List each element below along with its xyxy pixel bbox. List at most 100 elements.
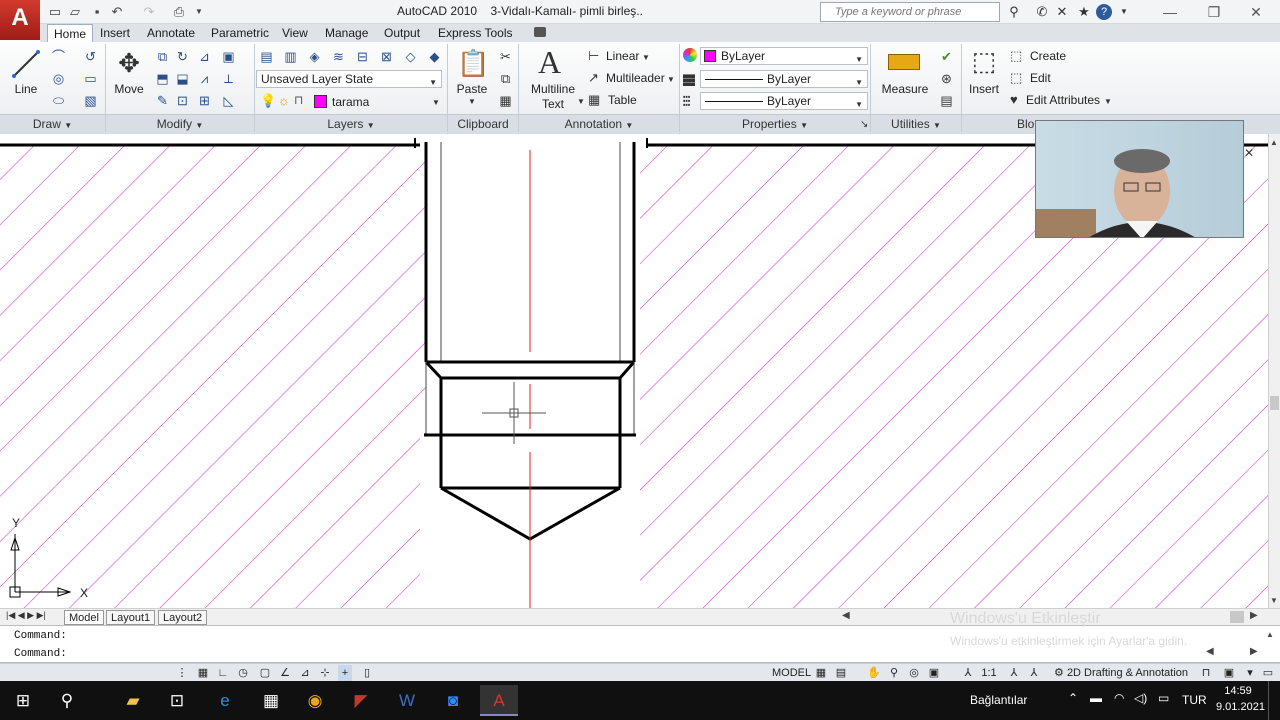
layer-dropdown[interactable]: 💡 ☼ ⊓ tarama ▼ — [256, 92, 442, 112]
edit-block-button[interactable]: ⬚ Edit — [1010, 70, 1110, 88]
color-dropdown[interactable]: ByLayer ▼ — [700, 47, 868, 65]
restore-button[interactable]: ❐ — [1194, 2, 1234, 22]
tab-layout1[interactable]: Layout1 — [106, 610, 156, 625]
status-menu-icon[interactable]: ▾ — [1244, 665, 1256, 681]
quick-select-icon[interactable]: ✔ — [938, 48, 955, 65]
multileader-button[interactable]: ↗ Multileader ▼ — [588, 70, 678, 88]
toolbar-lock-icon[interactable]: ⊓ — [1198, 665, 1214, 681]
horizontal-scroll-thumb[interactable] — [1230, 611, 1244, 623]
rotate-icon[interactable]: ↻ — [174, 48, 191, 65]
help-dropdown-icon[interactable]: ▼ — [1114, 3, 1134, 21]
scroll-down-icon[interactable]: ▼ — [1270, 596, 1278, 605]
linetype-dropdown[interactable]: ByLayer ▼ — [700, 70, 868, 88]
layer-states-icon[interactable]: ▥ — [282, 48, 299, 65]
multiline-text-icon[interactable]: A — [538, 44, 561, 81]
word-icon[interactable]: W — [388, 685, 426, 716]
wifi-icon[interactable]: ◠ — [1114, 691, 1124, 705]
cmd-scroll-right-icon[interactable]: ▶ — [1250, 646, 1258, 657]
insert-block-icon[interactable]: ⬚ — [968, 46, 1000, 76]
select-all-icon[interactable]: ⊛ — [938, 70, 955, 87]
autocad-taskbar-icon[interactable]: A — [480, 685, 518, 716]
layer-freeze-icon[interactable]: ◆ — [426, 48, 443, 65]
ellipse-icon[interactable]: ⬭ — [50, 92, 67, 109]
clock-time[interactable]: 14:59 — [1218, 685, 1258, 697]
mirror-icon[interactable]: ⩘ — [196, 70, 213, 87]
search-icon[interactable]: ⚲ — [48, 685, 86, 716]
tray-overflow-icon[interactable]: ⌃ — [1068, 691, 1078, 705]
match-properties-icon[interactable]: ▦ — [497, 92, 514, 109]
tools-icon[interactable]: ✕ — [1052, 3, 1072, 21]
help-icon[interactable]: ? — [1096, 4, 1112, 20]
grid-icon[interactable]: ▦ — [196, 665, 210, 681]
explode-icon[interactable]: ⟂ — [220, 70, 237, 87]
paste-icon[interactable]: 📋 — [457, 48, 489, 78]
tab-layout2[interactable]: Layout2 — [158, 610, 208, 625]
layer-state-dropdown[interactable]: Unsaved Layer State ▼ — [256, 70, 442, 88]
move-icon[interactable]: ✥ — [114, 48, 144, 78]
annotation-scale-icon[interactable]: ⅄ — [958, 665, 978, 681]
clock-date[interactable]: 9.01.2021 — [1216, 701, 1265, 713]
ortho-icon[interactable]: ∟ — [216, 665, 230, 681]
layers-panel-title[interactable]: Layers ▼ — [255, 114, 447, 134]
edge-icon[interactable]: e — [206, 685, 244, 716]
model-space-toggle[interactable]: MODEL — [772, 665, 811, 681]
dyn-icon[interactable]: ⊹ — [318, 665, 332, 681]
draw-panel-title[interactable]: Draw ▼ — [0, 114, 105, 134]
pdf-reader-icon[interactable]: ◤ — [342, 685, 380, 716]
chevron-down-icon[interactable]: ▼ — [468, 97, 476, 106]
clean-screen-icon[interactable]: ▭ — [1260, 665, 1276, 681]
color-wheel-icon[interactable] — [683, 48, 697, 62]
copy-icon[interactable]: ⧉ — [154, 48, 171, 65]
zoom-icon[interactable]: ⚲ — [886, 665, 902, 681]
edit-attributes-button[interactable]: ♥ Edit Attributes ▼ — [1010, 92, 1116, 110]
snap-icon[interactable]: ⋮ — [176, 665, 188, 681]
application-menu-button[interactable]: A — [0, 0, 40, 40]
minimize-button[interactable]: — — [1150, 2, 1190, 22]
binoculars-icon[interactable]: ⚲ — [1004, 3, 1024, 21]
table-button[interactable]: ▦ Table — [588, 92, 678, 110]
auto-scale-icon[interactable]: ⅄ — [1026, 665, 1042, 681]
language-indicator[interactable]: TUR — [1182, 693, 1207, 707]
linear-dimension-button[interactable]: ⊢ Linear ▼ — [588, 48, 678, 66]
steering-wheel-icon[interactable]: ◎ — [906, 665, 922, 681]
fillet-icon[interactable]: ⊡ — [174, 92, 191, 109]
layout-icon[interactable]: ▦ — [814, 665, 828, 681]
stretch-icon[interactable]: ⬒ — [154, 70, 171, 87]
polar-icon[interactable]: ◷ — [236, 665, 250, 681]
rectangle-icon[interactable]: ▭ — [82, 70, 99, 87]
circle-icon[interactable]: ◎ — [50, 70, 67, 87]
clipboard-panel-title[interactable]: Clipboard — [448, 114, 518, 134]
scroll-thumb[interactable] — [1270, 396, 1279, 410]
favorites-icon[interactable]: ★ — [1074, 3, 1094, 21]
pan-icon[interactable]: ✋ — [866, 665, 882, 681]
layer-off-icon[interactable]: ◇ — [402, 48, 419, 65]
copy-clip-icon[interactable]: ⧉ — [497, 70, 514, 87]
create-block-button[interactable]: ⬚ Create — [1010, 48, 1110, 66]
quick-properties-icon[interactable]: ▯ — [360, 665, 374, 681]
ducs-icon[interactable]: ⊿ — [298, 665, 312, 681]
tab-home[interactable]: Home — [47, 24, 94, 42]
tab-parametric[interactable]: Parametric — [205, 24, 275, 42]
scroll-left-icon[interactable]: ◀ — [842, 610, 850, 621]
windows-start-icon[interactable]: ⊞ — [4, 685, 42, 716]
lineweight-toggle-icon[interactable]: + — [338, 665, 352, 681]
ribbon-minimize-icon[interactable] — [534, 27, 546, 37]
arc-icon[interactable]: ↺ — [82, 48, 99, 65]
properties-panel-title[interactable]: Properties ▼ ↘ — [680, 114, 870, 134]
quick-view-icon[interactable]: ▤ — [834, 665, 848, 681]
dialog-launcher-icon[interactable]: ↘ — [860, 115, 868, 134]
search-input[interactable]: Type a keyword or phrase — [820, 2, 1000, 22]
showmotion-icon[interactable]: ▣ — [926, 665, 942, 681]
file-explorer-icon[interactable]: ▰ — [114, 685, 152, 716]
scroll-right-icon[interactable]: ▶ — [1250, 610, 1258, 621]
calculator-icon[interactable]: ▤ — [938, 92, 955, 109]
close-viewport-icon[interactable]: ✕ — [1244, 146, 1254, 160]
cmd-scroll-left-icon[interactable]: ◀ — [1206, 646, 1214, 657]
calculator-app-icon[interactable]: ▦ — [252, 685, 290, 716]
tab-view[interactable]: View — [276, 24, 314, 42]
annotation-panel-title[interactable]: Annotation ▼ — [519, 114, 679, 134]
polyline-icon[interactable]: ⌒ — [50, 48, 67, 65]
scale-icon[interactable]: ⬓ — [174, 70, 191, 87]
hardware-acceleration-icon[interactable]: ▣ — [1218, 665, 1240, 681]
hatch-icon[interactable]: ▧ — [82, 92, 99, 109]
